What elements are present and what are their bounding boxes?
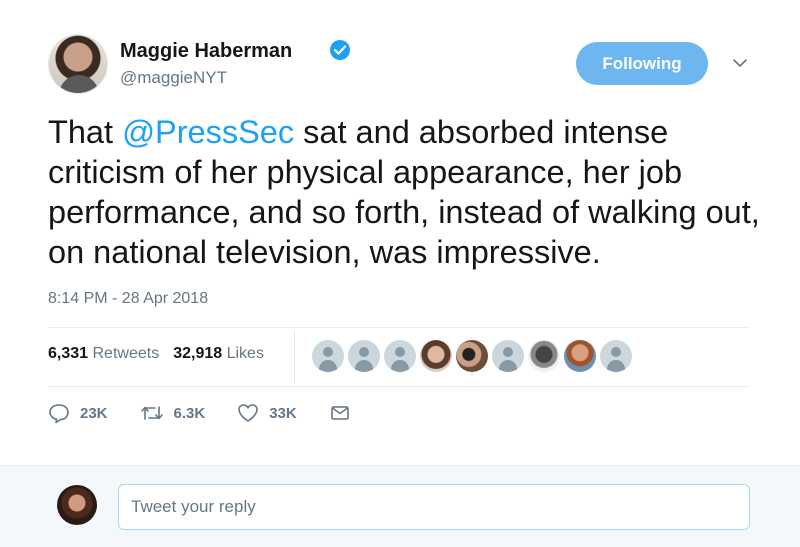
dm-icon	[330, 406, 349, 420]
current-user-avatar	[57, 485, 97, 525]
author-handle[interactable]: @maggieNYT	[120, 68, 227, 88]
like-icon	[238, 404, 259, 422]
liker-avatar[interactable]	[564, 340, 596, 372]
tweet-text-start: That	[48, 114, 123, 150]
author-name[interactable]: Maggie Haberman	[120, 40, 292, 63]
retweets-label: Retweets	[92, 345, 160, 362]
direct-message-button[interactable]	[329, 402, 351, 424]
mention-link[interactable]: @PressSec	[122, 114, 294, 150]
liker-avatar[interactable]	[312, 340, 344, 372]
liker-avatar[interactable]	[600, 340, 632, 372]
chevron-down-icon[interactable]	[731, 54, 749, 72]
reply-input[interactable]	[118, 484, 750, 530]
reply-icon	[49, 404, 69, 424]
reply-button[interactable]: 23K	[48, 402, 108, 424]
likes-count: 32,918	[173, 345, 223, 362]
liker-avatar[interactable]	[456, 340, 488, 372]
likes-stat[interactable]: 32,918 Likes	[173, 345, 264, 363]
retweets-count: 6,331	[48, 345, 89, 362]
tweet-card: Maggie Haberman @maggieNYT Following Tha…	[0, 0, 800, 465]
liker-avatar[interactable]	[492, 340, 524, 372]
likers-avatars	[312, 340, 632, 372]
tweet-text: That @PressSec sat and absorbed intense …	[48, 112, 768, 272]
retweet-button[interactable]: 6.3K	[140, 402, 206, 424]
reply-area	[0, 465, 800, 547]
tweet-timestamp[interactable]: 8:14 PM - 28 Apr 2018	[48, 290, 208, 308]
liker-avatar[interactable]	[420, 340, 452, 372]
retweet-count: 6.3K	[173, 404, 206, 422]
reply-count: 23K	[80, 404, 108, 422]
action-bar: 23K 6.3K 33K	[48, 402, 383, 424]
divider	[48, 327, 750, 328]
divider	[48, 386, 750, 387]
stats-separator	[294, 330, 295, 384]
liker-avatar[interactable]	[384, 340, 416, 372]
likes-label: Likes	[226, 345, 264, 362]
like-count: 33K	[269, 404, 297, 422]
liker-avatar[interactable]	[348, 340, 380, 372]
engagement-stats: 6,331 Retweets 32,918 Likes	[48, 345, 264, 363]
retweet-icon	[140, 406, 163, 420]
author-avatar[interactable]	[48, 34, 108, 94]
following-button[interactable]: Following	[576, 42, 708, 85]
liker-avatar[interactable]	[528, 340, 560, 372]
retweets-stat[interactable]: 6,331 Retweets	[48, 345, 159, 363]
verified-badge-icon	[330, 40, 350, 60]
like-button[interactable]: 33K	[237, 402, 297, 424]
